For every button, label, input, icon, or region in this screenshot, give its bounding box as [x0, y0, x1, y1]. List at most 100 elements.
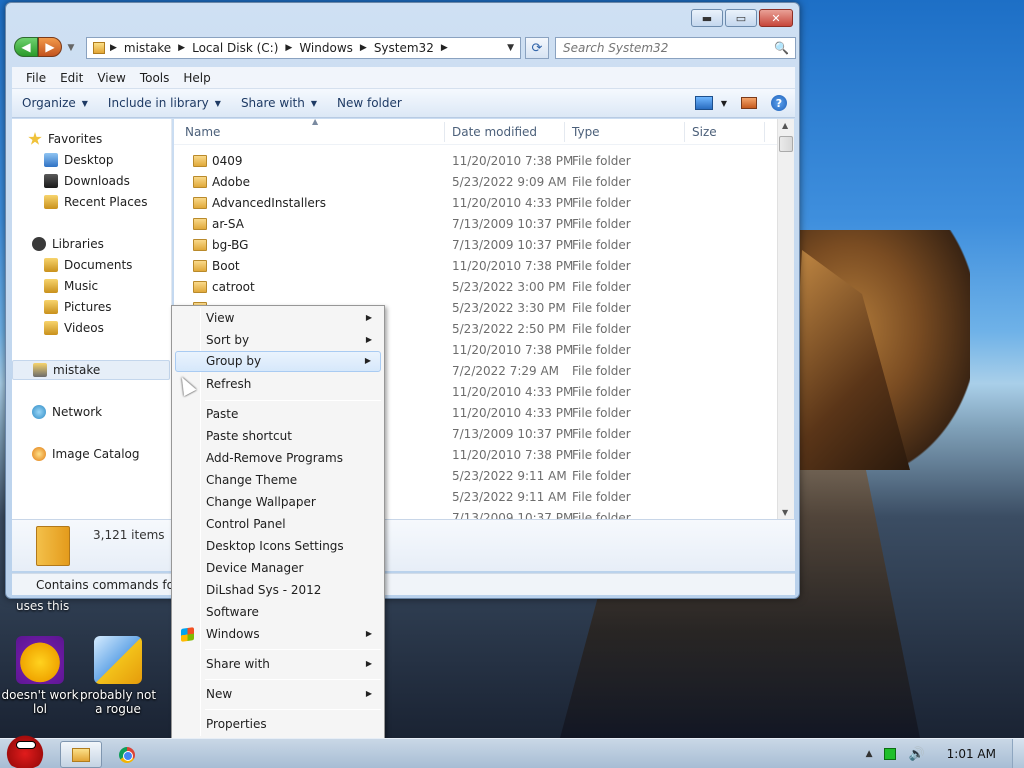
tray-status-icon[interactable]	[884, 748, 897, 760]
search-input[interactable]	[563, 41, 763, 55]
menu-item-view[interactable]: View ▶	[175, 308, 381, 329]
column-date-modified[interactable]: Date modified	[452, 125, 537, 145]
breadcrumb-separator[interactable]: ▶	[441, 43, 448, 53]
new-folder-label: New folder	[337, 96, 402, 110]
scroll-up-icon[interactable]: ▲	[782, 121, 788, 130]
table-row[interactable]: AdvancedInstallers 11/20/2010 4:33 PM File…	[174, 193, 780, 214]
breadcrumb-mistake[interactable]: mistake	[119, 41, 176, 55]
breadcrumb-separator[interactable]: ▶	[285, 43, 292, 53]
menu-item-refresh[interactable]: Refresh	[175, 374, 381, 395]
table-row[interactable]: 0409 11/20/2010 7:38 PM File folder	[174, 151, 780, 172]
file-type: File folder	[572, 469, 631, 483]
menu-item-dilshad-sys[interactable]: DiLshad Sys - 2012	[175, 580, 381, 601]
refresh-button[interactable]: ⟳	[525, 37, 549, 59]
maximize-button[interactable]: ▭	[725, 9, 757, 27]
minimize-button[interactable]: ▬	[691, 9, 723, 27]
taskbar-explorer-button[interactable]	[60, 741, 102, 768]
search-icon[interactable]: 🔍	[774, 41, 789, 55]
menu-item-share-with[interactable]: Share with ▶	[175, 654, 381, 675]
scroll-down-icon[interactable]: ▼	[782, 508, 788, 517]
forward-button[interactable]: ▶	[38, 37, 62, 57]
column-divider[interactable]	[684, 122, 685, 142]
menu-item-desktop-icons-settings[interactable]: Desktop Icons Settings	[175, 536, 381, 557]
column-name[interactable]: Name	[185, 125, 220, 145]
menu-item-device-manager[interactable]: Device Manager	[175, 558, 381, 579]
file-date: 7/13/2009 10:37 PM	[452, 427, 574, 441]
table-row[interactable]: Boot 11/20/2010 7:38 PM File folder	[174, 256, 780, 277]
table-row[interactable]: catroot 5/23/2022 3:00 PM File folder	[174, 277, 780, 298]
nav-recent-places[interactable]: Recent Places	[12, 192, 170, 212]
breadcrumb-local-disk[interactable]: Local Disk (C:)	[187, 41, 283, 55]
table-row[interactable]: ar-SA 7/13/2009 10:37 PM File folder	[174, 214, 780, 235]
column-divider[interactable]	[444, 122, 445, 142]
chevron-down-icon: ▼	[720, 98, 727, 108]
vertical-scrollbar[interactable]: ▲ ▼	[777, 119, 794, 519]
menu-view[interactable]: View	[90, 71, 132, 85]
menu-item-change-wallpaper[interactable]: Change Wallpaper	[175, 492, 381, 513]
menu-edit[interactable]: Edit	[53, 71, 90, 85]
menu-item-windows[interactable]: Windows ▶	[175, 624, 381, 645]
show-desktop-button[interactable]	[1012, 739, 1024, 768]
nav-homegroup-mistake[interactable]: mistake	[12, 360, 170, 380]
breadcrumb-system32[interactable]: System32	[369, 41, 439, 55]
nav-label: Recent Places	[64, 195, 148, 209]
nav-favorites[interactable]: Favorites	[12, 129, 170, 149]
start-button[interactable]	[2, 735, 48, 768]
address-bar[interactable]: ▶ mistake ▶ Local Disk (C:) ▶ Windows ▶ …	[86, 37, 521, 59]
menu-item-change-theme[interactable]: Change Theme	[175, 470, 381, 491]
nav-videos[interactable]: Videos	[12, 318, 170, 338]
new-folder-button[interactable]: New folder	[327, 96, 412, 110]
table-row[interactable]: Adobe 5/23/2022 9:09 AM File folder	[174, 172, 780, 193]
menu-file[interactable]: File	[19, 71, 53, 85]
column-divider[interactable]	[764, 122, 765, 142]
column-headers: ▲ Name Date modified Type Size	[174, 119, 780, 145]
taskbar-chrome-button[interactable]	[108, 741, 146, 768]
nav-libraries[interactable]: Libraries	[12, 234, 170, 254]
menu-tools[interactable]: Tools	[133, 71, 177, 85]
menu-item-control-panel[interactable]: Control Panel	[175, 514, 381, 535]
clock[interactable]: 1:01 AM	[947, 747, 996, 761]
column-divider[interactable]	[564, 122, 565, 142]
menu-item-software[interactable]: Software	[175, 602, 381, 623]
help-icon[interactable]: ?	[771, 95, 787, 111]
preview-pane-icon[interactable]	[741, 97, 757, 109]
include-in-library-button[interactable]: Include in library ▼	[98, 96, 231, 110]
nav-network[interactable]: Network	[12, 402, 170, 422]
breadcrumb-windows[interactable]: Windows	[294, 41, 358, 55]
menu-help[interactable]: Help	[176, 71, 217, 85]
file-date: 11/20/2010 7:38 PM	[452, 259, 574, 273]
menu-item-sort-by[interactable]: Sort by ▶	[175, 330, 381, 351]
nav-pictures[interactable]: Pictures	[12, 297, 170, 317]
menu-item-paste[interactable]: Paste	[175, 404, 381, 425]
share-with-button[interactable]: Share with ▼	[231, 96, 327, 110]
breadcrumb-separator[interactable]: ▶	[178, 43, 185, 53]
nav-documents[interactable]: Documents	[12, 255, 170, 275]
desktop-icon-rogue[interactable]: probably not a rogue	[78, 636, 158, 716]
volume-icon[interactable]: 🔊	[908, 747, 924, 762]
close-button[interactable]: ✕	[759, 9, 793, 27]
address-dropdown-icon[interactable]: ▼	[507, 43, 514, 53]
table-row[interactable]: bg-BG 7/13/2009 10:37 PM File folder	[174, 235, 780, 256]
nav-desktop[interactable]: Desktop	[12, 150, 170, 170]
nav-music[interactable]: Music	[12, 276, 170, 296]
column-size[interactable]: Size	[692, 125, 717, 145]
nav-downloads[interactable]: Downloads	[12, 171, 170, 191]
menu-item-new[interactable]: New ▶	[175, 684, 381, 705]
breadcrumb-separator[interactable]: ▶	[360, 43, 367, 53]
menu-item-properties[interactable]: Properties	[175, 714, 381, 735]
menu-item-group-by[interactable]: Group by ▶	[175, 351, 381, 372]
back-button[interactable]: ◀	[14, 37, 38, 57]
menu-item-paste-shortcut[interactable]: Paste shortcut	[175, 426, 381, 447]
scrollbar-thumb[interactable]	[779, 136, 793, 152]
folder-large-icon	[36, 526, 70, 566]
organize-button[interactable]: Organize ▼	[12, 96, 98, 110]
recent-pages-dropdown[interactable]: ▼	[66, 43, 76, 53]
desktop-icon-yahoo[interactable]: doesn't work lol	[0, 636, 80, 716]
change-view-button[interactable]: ▼	[694, 96, 727, 110]
show-hidden-icons-button[interactable]: ▲	[866, 749, 873, 759]
menu-item-label: Add-Remove Programs	[206, 451, 343, 465]
menu-item-add-remove-programs[interactable]: Add-Remove Programs	[175, 448, 381, 469]
column-type[interactable]: Type	[572, 125, 600, 145]
nav-image-catalog[interactable]: Image Catalog	[12, 444, 170, 464]
breadcrumb-separator[interactable]: ▶	[110, 43, 117, 53]
